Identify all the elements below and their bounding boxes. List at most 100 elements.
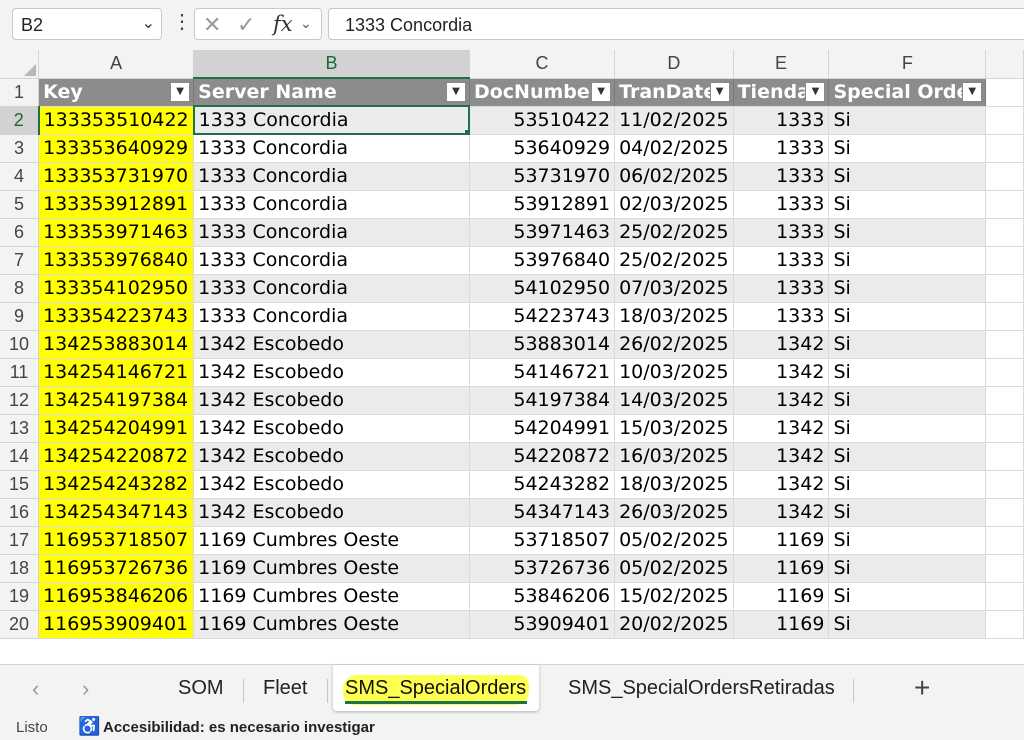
table-cell[interactable]: Si: [828, 274, 987, 303]
empty-cell[interactable]: [985, 582, 1024, 611]
table-cell[interactable]: 116953846206: [38, 582, 195, 611]
chevron-left-icon[interactable]: ‹: [32, 676, 39, 702]
empty-cell[interactable]: [985, 414, 1024, 443]
table-cell[interactable]: 133353971463: [38, 218, 195, 247]
filter-dropdown-icon[interactable]: ▼: [962, 81, 983, 102]
table-cell[interactable]: 1333: [733, 274, 830, 303]
row-header[interactable]: 4: [0, 162, 40, 191]
checkmark-icon[interactable]: ✓: [237, 12, 255, 38]
table-cell[interactable]: 1333: [733, 162, 830, 191]
table-cell[interactable]: 54347143: [469, 498, 616, 527]
table-header-cell[interactable]: Tienda ▼: [733, 78, 830, 107]
table-cell[interactable]: 53909401: [469, 610, 616, 639]
table-cell[interactable]: 1342 Escobedo: [193, 358, 470, 387]
column-header-b[interactable]: B: [193, 50, 470, 79]
table-cell[interactable]: 53971463: [469, 218, 616, 247]
table-cell[interactable]: 133353731970: [38, 162, 195, 191]
table-header-cell[interactable]: Server Name ▼: [193, 78, 470, 107]
empty-cell[interactable]: [985, 330, 1024, 359]
table-cell[interactable]: Si: [828, 106, 987, 135]
chevron-down-icon[interactable]: ⌄: [142, 13, 155, 33]
row-header[interactable]: 2: [0, 106, 40, 135]
table-header-cell[interactable]: Key ▼: [38, 78, 195, 107]
formula-input[interactable]: 1333 Concordia: [328, 8, 1024, 40]
table-cell[interactable]: 02/03/2025: [614, 190, 734, 219]
table-cell[interactable]: 1333 Concordia: [193, 134, 470, 163]
table-cell[interactable]: 1342: [733, 358, 830, 387]
empty-cell[interactable]: [985, 274, 1024, 303]
table-cell[interactable]: 1342: [733, 330, 830, 359]
table-cell[interactable]: 134254347143: [38, 498, 195, 527]
row-header[interactable]: 6: [0, 218, 40, 247]
empty-cell[interactable]: [985, 302, 1024, 331]
row-header[interactable]: 15: [0, 470, 40, 499]
empty-cell[interactable]: [985, 386, 1024, 415]
filter-dropdown-icon[interactable]: ▼: [709, 81, 730, 102]
accessibility-icon[interactable]: ♿: [78, 716, 100, 737]
table-header-cell[interactable]: DocNumber ▼: [469, 78, 616, 107]
row-header[interactable]: 1: [0, 78, 40, 107]
add-sheet-icon[interactable]: +: [914, 672, 930, 704]
row-header[interactable]: 17: [0, 526, 40, 555]
table-cell[interactable]: 1333 Concordia: [193, 218, 470, 247]
table-cell[interactable]: 1333 Concordia: [193, 190, 470, 219]
row-header[interactable]: 18: [0, 554, 40, 583]
empty-cell[interactable]: [985, 106, 1024, 135]
table-cell[interactable]: 1169: [733, 526, 830, 555]
empty-cell[interactable]: [985, 246, 1024, 275]
table-cell[interactable]: 05/02/2025: [614, 526, 734, 555]
table-cell[interactable]: 1333 Concordia: [193, 274, 470, 303]
empty-cell[interactable]: [985, 162, 1024, 191]
table-cell[interactable]: 15/02/2025: [614, 582, 734, 611]
table-cell[interactable]: 1169 Cumbres Oeste: [193, 610, 470, 639]
table-cell[interactable]: Si: [828, 134, 987, 163]
table-cell[interactable]: 1342 Escobedo: [193, 414, 470, 443]
row-header[interactable]: 9: [0, 302, 40, 331]
table-cell[interactable]: 133353976840: [38, 246, 195, 275]
table-cell[interactable]: 1342 Escobedo: [193, 470, 470, 499]
table-cell[interactable]: 53640929: [469, 134, 616, 163]
table-cell[interactable]: 11/02/2025: [614, 106, 734, 135]
table-cell[interactable]: 18/03/2025: [614, 470, 734, 499]
row-header[interactable]: 19: [0, 582, 40, 611]
row-header[interactable]: 16: [0, 498, 40, 527]
row-header[interactable]: 5: [0, 190, 40, 219]
table-cell[interactable]: 54220872: [469, 442, 616, 471]
table-cell[interactable]: 53510422: [469, 106, 616, 135]
table-cell[interactable]: 134254243282: [38, 470, 195, 499]
table-cell[interactable]: 1342 Escobedo: [193, 386, 470, 415]
table-cell[interactable]: 1169 Cumbres Oeste: [193, 554, 470, 583]
table-cell[interactable]: 134254146721: [38, 358, 195, 387]
table-cell[interactable]: 1333: [733, 246, 830, 275]
table-cell[interactable]: 116953718507: [38, 526, 195, 555]
table-cell[interactable]: Si: [828, 218, 987, 247]
table-cell[interactable]: 1333: [733, 302, 830, 331]
table-cell[interactable]: Si: [828, 526, 987, 555]
table-cell[interactable]: Si: [828, 554, 987, 583]
chevron-right-icon[interactable]: ›: [82, 676, 89, 702]
table-cell[interactable]: 1342: [733, 470, 830, 499]
table-cell[interactable]: 1169: [733, 554, 830, 583]
empty-cell[interactable]: [985, 470, 1024, 499]
tab-sms-specialordersretiradas[interactable]: SMS_SpecialOrdersRetiradas: [568, 677, 835, 700]
fill-handle[interactable]: [464, 129, 468, 132]
table-cell[interactable]: 54243282: [469, 470, 616, 499]
function-icon[interactable]: fx: [273, 12, 293, 36]
row-header[interactable]: 11: [0, 358, 40, 387]
table-header-cell[interactable]: TranDate ▼: [614, 78, 734, 107]
row-header[interactable]: 8: [0, 274, 40, 303]
table-cell[interactable]: Si: [828, 162, 987, 191]
tab-fleet[interactable]: Fleet: [263, 677, 307, 700]
row-header[interactable]: 10: [0, 330, 40, 359]
table-cell[interactable]: Si: [828, 386, 987, 415]
accessibility-status[interactable]: Accesibilidad: es necesario investigar: [103, 719, 375, 736]
table-cell[interactable]: 1342: [733, 498, 830, 527]
empty-cell[interactable]: [985, 526, 1024, 555]
table-cell[interactable]: 1333: [733, 106, 830, 135]
table-cell[interactable]: 133353510422: [38, 106, 195, 135]
table-cell[interactable]: 133353912891: [38, 190, 195, 219]
table-cell[interactable]: 1169: [733, 610, 830, 639]
empty-cell[interactable]: [985, 78, 1024, 107]
table-cell[interactable]: 134253883014: [38, 330, 195, 359]
table-cell[interactable]: 20/02/2025: [614, 610, 734, 639]
